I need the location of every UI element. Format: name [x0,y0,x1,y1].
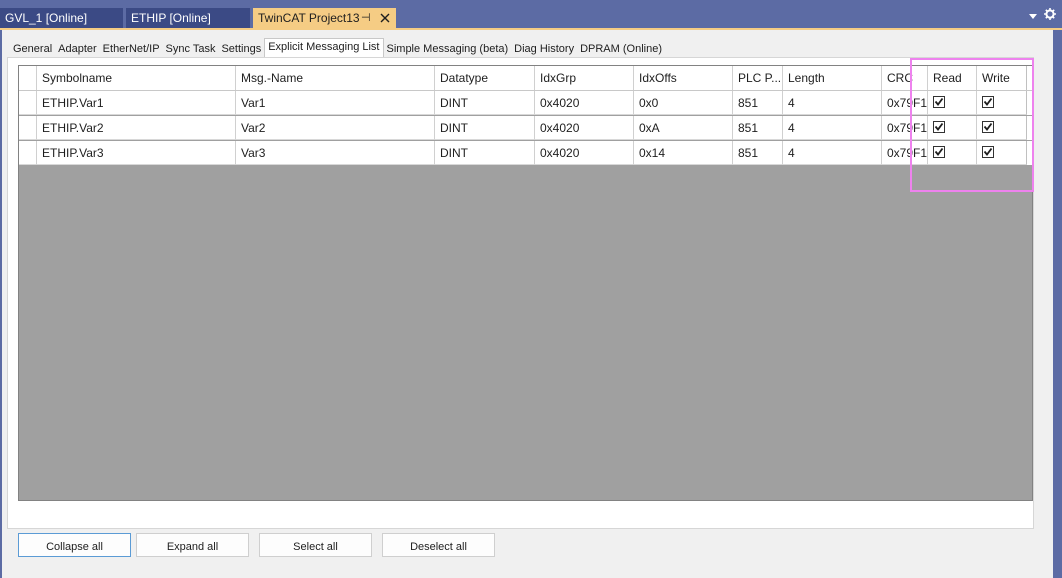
doc-tab-gvl[interactable]: GVL_1 [Online] [0,8,123,28]
doc-tab-twincat-project[interactable]: TwinCAT Project13 ⊣ [253,8,396,28]
chevron-down-icon[interactable] [1028,10,1038,20]
cell-idxgrp: 0x4020 [535,141,634,165]
column-header-idxoffs[interactable]: IdxOffs [634,66,733,90]
table-row[interactable]: ETHIP.Var1 Var1 DINT 0x4020 0x0 851 4 0x… [19,91,1032,115]
document-tab-bar: GVL_1 [Online] ETHIP [Online] TwinCAT Pr… [0,0,1062,28]
cell-idxgrp: 0x4020 [535,116,634,140]
tab-simple-messaging[interactable]: Simple Messaging (beta) [384,41,512,57]
deselect-all-button[interactable]: Deselect all [382,533,495,557]
cell-msg-name[interactable]: Var3 [236,141,435,165]
header-row-selector [19,66,37,90]
cell-msg-name[interactable]: Var2 [236,116,435,140]
read-write-highlight-annotation [910,58,1034,192]
cell-datatype: DINT [435,116,535,140]
cell-symbolname: ETHIP.Var1 [37,91,236,115]
cell-plc-port: 851 [733,91,783,115]
column-header-length[interactable]: Length [783,66,882,90]
tab-dpram-online[interactable]: DPRAM (Online) [577,41,665,57]
column-header-plc-port[interactable]: PLC P... [733,66,783,90]
cell-idxoffs: 0xA [634,116,733,140]
cell-datatype: DINT [435,91,535,115]
cell-plc-port: 851 [733,116,783,140]
tab-adapter[interactable]: Adapter [55,41,100,57]
property-tabs: General Adapter EtherNet/IP Sync Task Se… [10,38,665,57]
row-selector[interactable] [19,91,37,115]
collapse-all-button[interactable]: Collapse all [18,533,131,557]
tab-general[interactable]: General [10,41,55,57]
cell-plc-port: 851 [733,141,783,165]
select-all-button[interactable]: Select all [259,533,372,557]
doc-tab-label: TwinCAT Project13 [258,11,360,25]
column-header-msg-name[interactable]: Msg.-Name [236,66,435,90]
cell-symbolname: ETHIP.Var3 [37,141,236,165]
close-icon[interactable] [378,11,392,25]
grid-header: Symbolname Msg.-Name Datatype IdxGrp Idx… [19,66,1032,91]
expand-all-button[interactable]: Expand all [136,533,249,557]
row-selector[interactable] [19,141,37,165]
tab-diag-history[interactable]: Diag History [511,41,577,57]
column-header-idxgrp[interactable]: IdxGrp [535,66,634,90]
row-selector[interactable] [19,116,37,140]
cell-msg-name[interactable]: Var1 [236,91,435,115]
column-header-datatype[interactable]: Datatype [435,66,535,90]
cell-idxoffs: 0x0 [634,91,733,115]
frame-right [1053,30,1062,578]
cell-datatype: DINT [435,141,535,165]
doc-tab-label: GVL_1 [Online] [5,11,88,25]
table-row[interactable]: ETHIP.Var3 Var3 DINT 0x4020 0x14 851 4 0… [19,141,1032,165]
explicit-messaging-panel: Symbolname Msg.-Name Datatype IdxGrp Idx… [7,57,1034,529]
property-page: General Adapter EtherNet/IP Sync Task Se… [2,30,1053,578]
pin-icon[interactable]: ⊣ [361,8,371,28]
tab-settings[interactable]: Settings [218,41,264,57]
doc-tab-label: ETHIP [Online] [131,11,211,25]
table-row[interactable]: ETHIP.Var2 Var2 DINT 0x4020 0xA 851 4 0x… [19,116,1032,140]
cell-length: 4 [783,91,882,115]
gear-icon[interactable] [1044,8,1056,20]
tab-ethernet-ip[interactable]: EtherNet/IP [100,41,163,57]
column-header-symbolname[interactable]: Symbolname [37,66,236,90]
tab-explicit-messaging-list[interactable]: Explicit Messaging List [264,38,384,57]
cell-symbolname: ETHIP.Var2 [37,116,236,140]
cell-idxoffs: 0x14 [634,141,733,165]
cell-idxgrp: 0x4020 [535,91,634,115]
cell-length: 4 [783,141,882,165]
doc-tab-ethip[interactable]: ETHIP [Online] [126,8,250,28]
tab-sync-task[interactable]: Sync Task [163,41,219,57]
cell-length: 4 [783,116,882,140]
messaging-grid[interactable]: Symbolname Msg.-Name Datatype IdxGrp Idx… [18,65,1033,501]
